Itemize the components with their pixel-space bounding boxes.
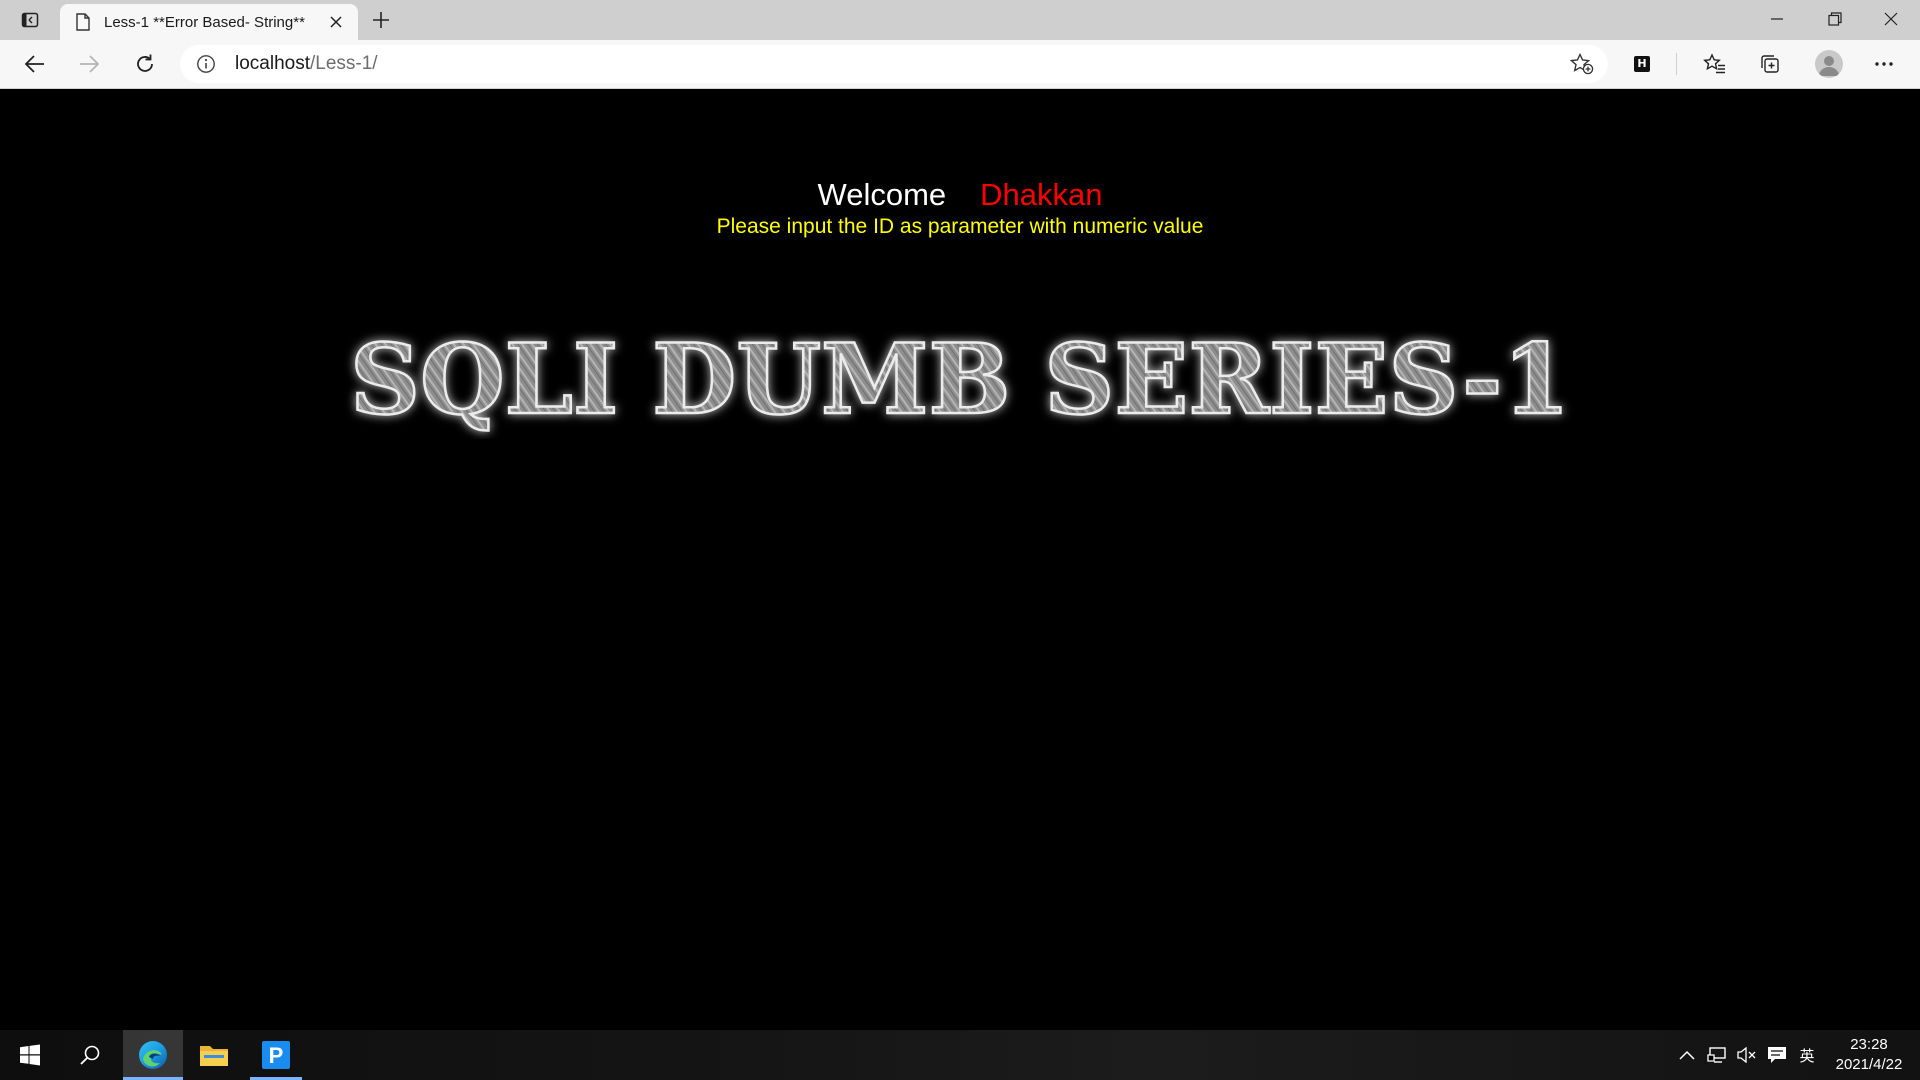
- refresh-button[interactable]: [128, 48, 162, 80]
- sqli-banner-image: SQLI DUMB SERIES-1: [349, 322, 1572, 438]
- favorites-icon: [1703, 53, 1725, 74]
- page-icon: [74, 12, 92, 32]
- add-favorite-icon[interactable]: [1570, 53, 1594, 75]
- welcome-heading: Welcome Dhakkan: [0, 177, 1920, 213]
- welcome-name: Dhakkan: [980, 177, 1103, 212]
- tab-active[interactable]: Less-1 **Error Based- String**: [60, 4, 358, 40]
- tab-actions-icon: [21, 12, 39, 28]
- tab-title: Less-1 **Error Based- String**: [104, 13, 305, 31]
- restore-icon: [1828, 12, 1842, 26]
- info-icon[interactable]: [196, 54, 216, 74]
- taskbar: P 英 23:28 2021/4/22: [0, 1030, 1920, 1080]
- welcome-word: Welcome: [817, 177, 947, 212]
- start-button[interactable]: [0, 1030, 60, 1080]
- clock-time: 23:28: [1850, 1036, 1888, 1053]
- minimize-icon: [1771, 18, 1783, 20]
- folder-icon: [200, 1046, 228, 1066]
- search-icon: [80, 1045, 100, 1065]
- user-icon: [1819, 56, 1839, 76]
- restore-button[interactable]: [1806, 0, 1864, 38]
- tray-volume-button[interactable]: [1736, 1045, 1758, 1065]
- page-content: Welcome Dhakkan Please input the ID as pa…: [0, 89, 1920, 1030]
- more-dots-icon: [1875, 62, 1893, 66]
- close-icon: [330, 16, 342, 28]
- url-text[interactable]: localhost/Less-1/: [235, 54, 378, 74]
- tab-close-button[interactable]: [324, 10, 348, 34]
- tray-notification-button[interactable]: [1766, 1045, 1788, 1065]
- refresh-icon: [137, 54, 153, 72]
- taskbar-edge[interactable]: [123, 1030, 183, 1080]
- svg-text:P: P: [269, 1043, 284, 1068]
- instruction-text: Please input the ID as parameter with nu…: [716, 215, 1204, 238]
- new-tab-button[interactable]: [366, 6, 396, 34]
- address-bar[interactable]: localhost/Less-1/: [180, 45, 1608, 83]
- taskbar-p-app[interactable]: P: [246, 1030, 306, 1080]
- minimize-button[interactable]: [1748, 0, 1806, 38]
- tab-actions-button[interactable]: [12, 6, 48, 34]
- browser-toolbar: localhost/Less-1/ H: [0, 40, 1920, 89]
- browser-titlebar: Less-1 **Error Based- String**: [0, 0, 1920, 40]
- clock-date: 2021/4/22: [1835, 1056, 1903, 1073]
- toolbar-divider: [1676, 53, 1677, 75]
- message-icon: [1768, 1047, 1786, 1063]
- window-close-button[interactable]: [1862, 0, 1920, 38]
- collections-icon: [1761, 55, 1779, 73]
- banner-text: SQLI DUMB SERIES-1: [350, 323, 1570, 436]
- extension-h-button[interactable]: H: [1634, 56, 1650, 72]
- url-path: /Less-1/: [310, 53, 378, 74]
- profile-avatar[interactable]: [1815, 50, 1843, 78]
- collections-button[interactable]: [1753, 48, 1787, 80]
- forward-button[interactable]: [72, 48, 106, 80]
- edge-icon: [139, 1041, 167, 1069]
- chevron-up-icon: [1679, 1050, 1695, 1060]
- close-icon: [1884, 12, 1898, 26]
- network-icon: [1707, 1047, 1726, 1063]
- taskbar-file-explorer[interactable]: [184, 1030, 244, 1080]
- arrow-left-icon: [24, 55, 44, 73]
- settings-more-button[interactable]: [1867, 48, 1901, 80]
- url-host: localhost: [235, 53, 310, 74]
- plus-icon: [373, 12, 389, 28]
- windows-logo-icon: [20, 1044, 40, 1066]
- back-button[interactable]: [18, 48, 52, 80]
- tray-network-button[interactable]: [1706, 1045, 1728, 1065]
- arrow-right-icon: [80, 55, 100, 73]
- p-app-icon: P: [262, 1041, 290, 1069]
- tray-input-language[interactable]: 英: [1796, 1045, 1818, 1065]
- taskbar-clock[interactable]: 23:28 2021/4/22: [1826, 1035, 1912, 1075]
- volume-muted-icon: [1737, 1047, 1756, 1063]
- favorites-button[interactable]: [1698, 48, 1732, 80]
- search-button[interactable]: [60, 1030, 120, 1080]
- tray-overflow-button[interactable]: [1676, 1045, 1698, 1065]
